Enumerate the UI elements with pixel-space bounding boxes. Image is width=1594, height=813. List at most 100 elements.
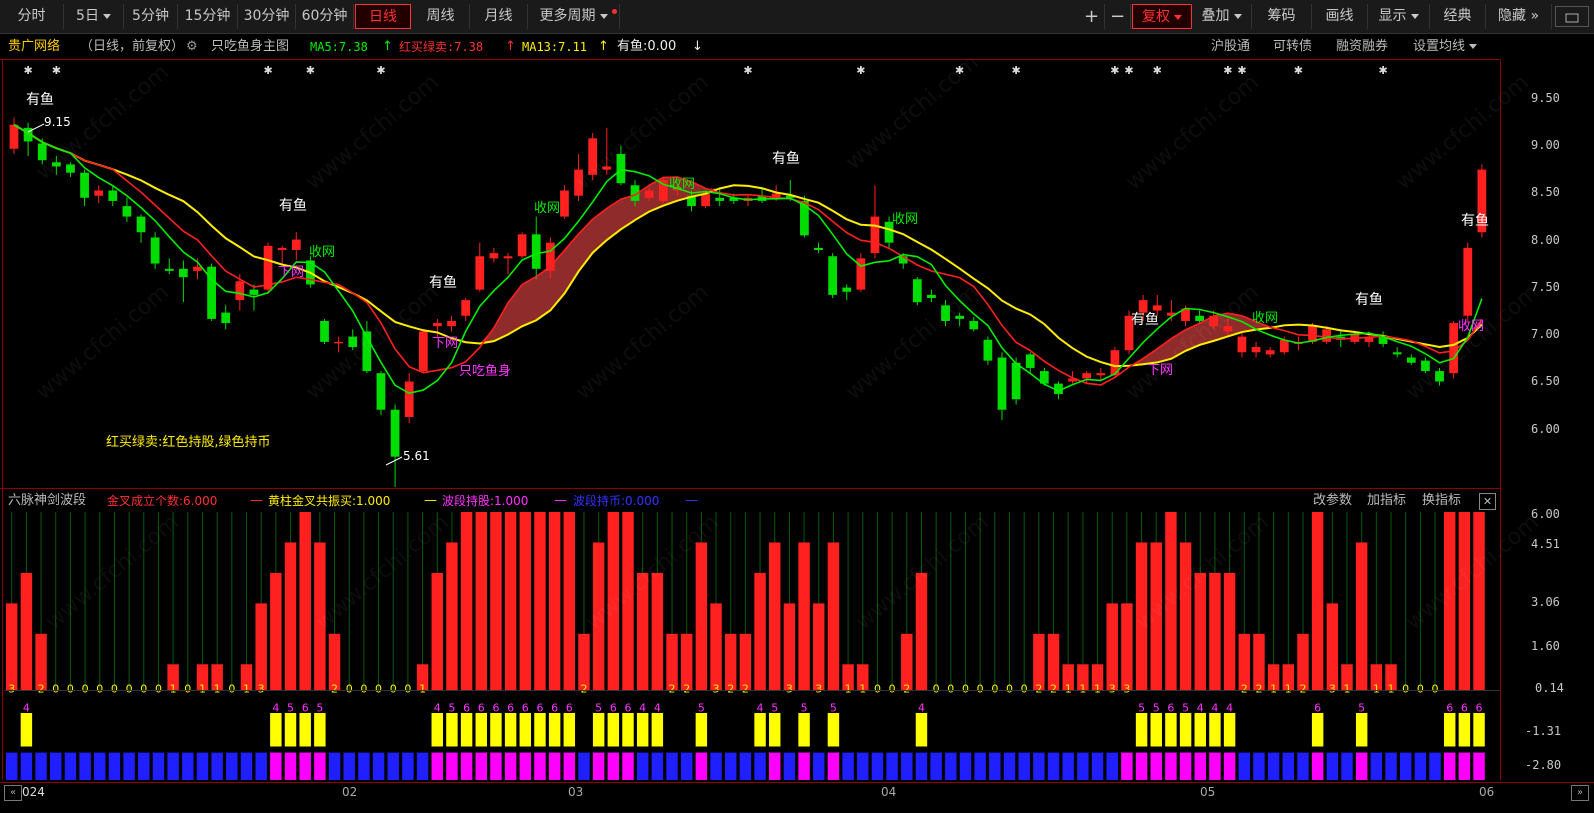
chip-button[interactable]: 筹码 [1252,4,1312,29]
candle-body [348,336,358,348]
hold-cell [1458,752,1471,780]
modify-params-button[interactable]: 改参数 [1313,490,1352,512]
switch-indicator-button[interactable]: 换指标 [1422,490,1461,512]
indicator-line2: 黄柱金叉共振买:1.000 [268,494,391,508]
count-digit: 3 [8,682,15,695]
tab-daily[interactable]: 日线 [355,4,411,29]
indicator-line1: 金叉成立个数:6.000 [107,494,218,508]
signal-bar [255,603,267,691]
count-digit: 1 [1270,682,1277,695]
candle-body [1025,354,1035,368]
tab-fenshi[interactable]: 分时 [0,4,64,29]
star-marker: ✱ [1124,64,1133,77]
link-set-ma[interactable]: 设置均线 [1413,36,1478,58]
draw-line-button[interactable]: 画线 [1312,4,1368,29]
add-indicator-button[interactable]: 加指标 [1367,490,1406,512]
classic-button[interactable]: 经典 [1430,4,1486,29]
yellow-bar-label: 6 [551,701,558,714]
template-name[interactable]: 只吃鱼身主图 [211,36,289,58]
candle-body [291,239,301,250]
indicator-chart[interactable]: 342 0 0 0 0 0 0 0 0 1 0 1 1 0 1 34 5 6 52 0 0 0 0 0 14 5 6 6 6 6 6 6 6 62… [4,512,1500,780]
count-digit: 0 [1006,682,1013,695]
hold-cell [431,752,443,780]
hold-cell [1003,752,1016,780]
signal-bar [299,512,311,691]
yellow-bar [20,713,33,747]
link-margin[interactable]: 融资融券 [1336,36,1388,58]
signal-bar [651,572,664,691]
zoom-out-button[interactable]: − [1105,4,1131,29]
hold-cell [255,752,267,780]
candle-body [997,357,1007,410]
main-kline-chart[interactable]: ✱ ✱ ✱ ✱ ✱ ✱ ✱ ✱ ✱ ✱ ✱ ✱ ✱ ✱ ✱ ✱有鱼9.15有鱼收网下网有鱼下网只吃鱼身收网收网… [4,60,1500,488]
gear-icon[interactable]: ⚙ [186,36,198,58]
axis-label: -2.80 [1525,758,1562,772]
signal-bar [504,512,517,691]
close-icon[interactable]: ✕ [1479,493,1496,510]
signal-bar [813,603,825,691]
tab-monthly[interactable]: 月线 [470,4,528,29]
hold-cell [328,752,341,780]
indicator-name: 六脉神剑波段 [8,493,87,508]
count-digit: 0 [889,682,896,695]
hold-cell [182,752,194,780]
scroll-right-icon[interactable]: » [1571,785,1589,801]
link-hugutong[interactable]: 沪股通 [1211,36,1250,58]
candle-body [1082,373,1092,379]
indicator-header: 六脉神剑波段 金叉成立个数:6.000 — 黄柱金叉共振买:1.000 — 波段… [0,490,1500,512]
youyu-label: 有鱼 [1131,311,1159,328]
hold-cell [1018,752,1030,780]
zoom-in-button[interactable]: + [1079,4,1105,29]
overlay-button[interactable]: 叠加 [1192,4,1252,29]
yellow-bar [695,713,708,747]
signal-bar [827,542,840,691]
scroll-left-icon[interactable]: « [4,785,22,801]
yellow-bar [798,713,810,747]
display-label: 显示 [1378,8,1407,24]
count-digit: 1 [1285,682,1292,695]
candle-body [517,234,527,257]
count-digit: 2 [683,682,690,695]
hold-cell [915,752,928,780]
yellow-bar [490,713,502,747]
candle-body [912,279,922,303]
hold-cell [769,752,781,780]
star-marker: ✱ [376,64,385,77]
tab-5min[interactable]: 5分钟 [124,4,178,29]
hold-cell [519,752,532,780]
hold-cell [695,752,708,780]
count-digit: 2 [903,682,910,695]
candle-body [1279,339,1289,353]
tab-60min[interactable]: 60分钟 [296,4,354,29]
signal-bar [490,512,502,691]
count-digit: 0 [82,682,89,695]
count-digit: 2 [1035,682,1042,695]
hold-cell [592,752,605,780]
display-button[interactable]: 显示 [1368,4,1430,29]
star-marker: ✱ [1153,64,1162,77]
count-digit: 1 [1079,682,1086,695]
hold-cell [6,752,18,780]
star-marker: ✱ [955,64,964,77]
hold-cell [240,752,253,780]
tab-weekly[interactable]: 周线 [412,4,470,29]
hold-cell [974,752,986,780]
yellow-bar-label: 5 [1358,701,1365,714]
link-convertible[interactable]: 可转债 [1273,36,1312,58]
candle-body [164,268,174,271]
yellow-bar [1311,713,1324,747]
arrow-icon [385,456,403,466]
candle-body [66,164,75,173]
tab-15min[interactable]: 15分钟 [178,4,238,29]
hide-button[interactable]: 隐藏 » [1486,4,1552,29]
window-button[interactable] [1555,6,1589,27]
yellow-bar-label: 6 [492,701,499,714]
youyu-label: 有鱼 [772,150,800,167]
candle-body [616,153,626,184]
star-marker: ✱ [1012,64,1021,77]
tab-5day[interactable]: 5日 [64,4,124,29]
tab-more-periods[interactable]: 更多周期 [528,4,620,29]
count-digit: 3 [258,682,265,695]
tab-30min[interactable]: 30分钟 [238,4,296,29]
fuquan-button[interactable]: 复权 [1132,4,1192,29]
